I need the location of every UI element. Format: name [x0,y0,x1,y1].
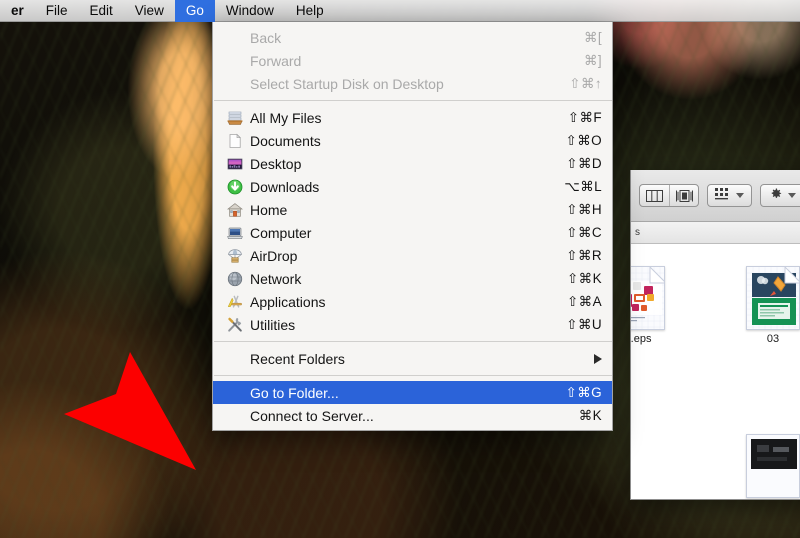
desktop-icon [224,156,245,172]
infographic-thumb [631,266,665,330]
downloads-icon [224,179,245,195]
menu-item-forward: Forward ⌘] [213,49,612,72]
airdrop-icon [224,248,245,264]
menu-item-shortcut: ⇧⌘U [566,316,602,332]
utilities-icon [224,317,245,333]
menu-item-label: Network [250,270,302,287]
dark-thumb [746,434,800,498]
finder-window[interactable]: s .eps 03 [630,170,800,500]
menu-bar-item-go[interactable]: Go [174,0,215,22]
go-menu-dropdown[interactable]: Back ⌘[ Forward ⌘] Select Startup Disk on De… [212,22,613,431]
pathbar-text: s [635,227,640,238]
menu-item-label: Recent Folders [250,350,345,367]
menu-item-shortcut: ⇧⌘C [566,224,602,240]
chevron-down-icon [736,193,744,198]
coverflow-view-icon[interactable] [669,185,698,206]
list-item[interactable]: 1.eps [630,266,670,345]
action-dropdown[interactable] [760,184,800,207]
menu-item-shortcut: ⇧⌘H [566,201,602,217]
menu-item-label: Select Startup Disk on Desktop [250,75,444,92]
menu-item-applications[interactable]: Applications ⇧⌘A [213,290,612,313]
gear-icon [768,186,783,206]
menu-item-airdrop[interactable]: AirDrop ⇧⌘R [213,244,612,267]
documents-icon [224,133,245,149]
menu-item-shortcut: ⇧⌘K [566,270,602,286]
menu-bar-item-edit[interactable]: Edit [79,0,124,22]
menu-separator [214,341,612,342]
menu-item-shortcut: ⇧⌘R [566,247,602,263]
network-icon [224,271,245,287]
menu-item-shortcut: ⇧⌘D [566,155,602,171]
finder-toolbar [631,170,800,222]
list-item-label: 03 [766,333,780,345]
menu-item-utilities[interactable]: Utilities ⇧⌘U [213,313,612,336]
menu-bar-item-view[interactable]: View [124,0,175,22]
menu-item-shortcut: ⌘] [583,52,602,68]
arrange-dropdown[interactable] [707,184,752,207]
menu-item-shortcut: ⇧⌘G [565,384,602,400]
menu-item-label: Documents [250,132,321,149]
menu-bar[interactable]: er File Edit View Go Window Help [0,0,800,22]
menu-separator [214,375,612,376]
menu-item-shortcut: ⇧⌘A [566,293,602,309]
menu-item-label: Home [250,201,288,218]
applications-icon [224,294,245,310]
menu-item-label: Back [250,29,282,46]
list-item[interactable] [741,434,800,499]
all-my-files-icon [224,110,245,126]
view-mode-group[interactable] [639,184,699,207]
columns-view-icon[interactable] [640,185,669,206]
menu-item-home[interactable]: Home ⇧⌘H [213,198,612,221]
menu-separator [214,100,612,101]
menu-item-all-my-files[interactable]: All My Files ⇧⌘F [213,106,612,129]
submenu-arrow-icon [594,353,602,364]
finder-pathbar: s [631,222,800,244]
finder-file-grid[interactable]: 1.eps [630,244,800,499]
menu-item-shortcut: ⌘[ [583,29,602,45]
menu-item-computer[interactable]: Computer ⇧⌘C [213,221,612,244]
list-item-label: 1.eps [630,333,652,345]
menu-item-downloads[interactable]: Downloads ⌥⌘L [213,175,612,198]
menu-item-shortcut: ⌥⌘L [564,178,602,194]
menu-item-shortcut: ⇧⌘O [565,132,602,148]
menu-item-label: Desktop [250,155,302,172]
menu-item-network[interactable]: Network ⇧⌘K [213,267,612,290]
menu-item-label: Applications [250,293,326,310]
menu-item-back: Back ⌘[ [213,26,612,49]
menu-item-label: All My Files [250,109,322,126]
menu-item-select-startup-disk-on-desktop: Select Startup Disk on Desktop ⇧⌘↑ [213,72,612,95]
menu-item-label: Connect to Server... [250,407,374,424]
menu-item-go-to-folder[interactable]: Go to Folder... ⇧⌘G [213,381,612,404]
list-item[interactable]: 03 [741,266,800,345]
menu-bar-item-finder[interactable]: er [0,0,35,22]
menu-item-label: Computer [250,224,312,241]
menu-item-label: Utilities [250,316,296,333]
menu-item-shortcut: ⇧⌘F [567,109,602,125]
menu-item-label: Forward [250,52,302,69]
menu-item-shortcut: ⇧⌘↑ [569,75,602,91]
menu-item-label: Go to Folder... [250,384,339,401]
menu-item-connect-to-server[interactable]: Connect to Server... ⌘K [213,404,612,427]
home-icon [224,202,245,218]
menu-bar-item-help[interactable]: Help [285,0,335,22]
menu-item-documents[interactable]: Documents ⇧⌘O [213,129,612,152]
arrange-icon [715,187,731,205]
computer-icon [224,225,245,241]
rocket-thumb [746,266,800,330]
menu-item-label: AirDrop [250,247,298,264]
menu-item-desktop[interactable]: Desktop ⇧⌘D [213,152,612,175]
menu-bar-item-file[interactable]: File [35,0,79,22]
chevron-down-icon [788,193,796,198]
menu-item-label: Downloads [250,178,320,195]
menu-item-shortcut: ⌘K [578,407,602,423]
menu-item-recent-folders[interactable]: Recent Folders [213,347,612,370]
menu-bar-item-window[interactable]: Window [215,0,285,22]
